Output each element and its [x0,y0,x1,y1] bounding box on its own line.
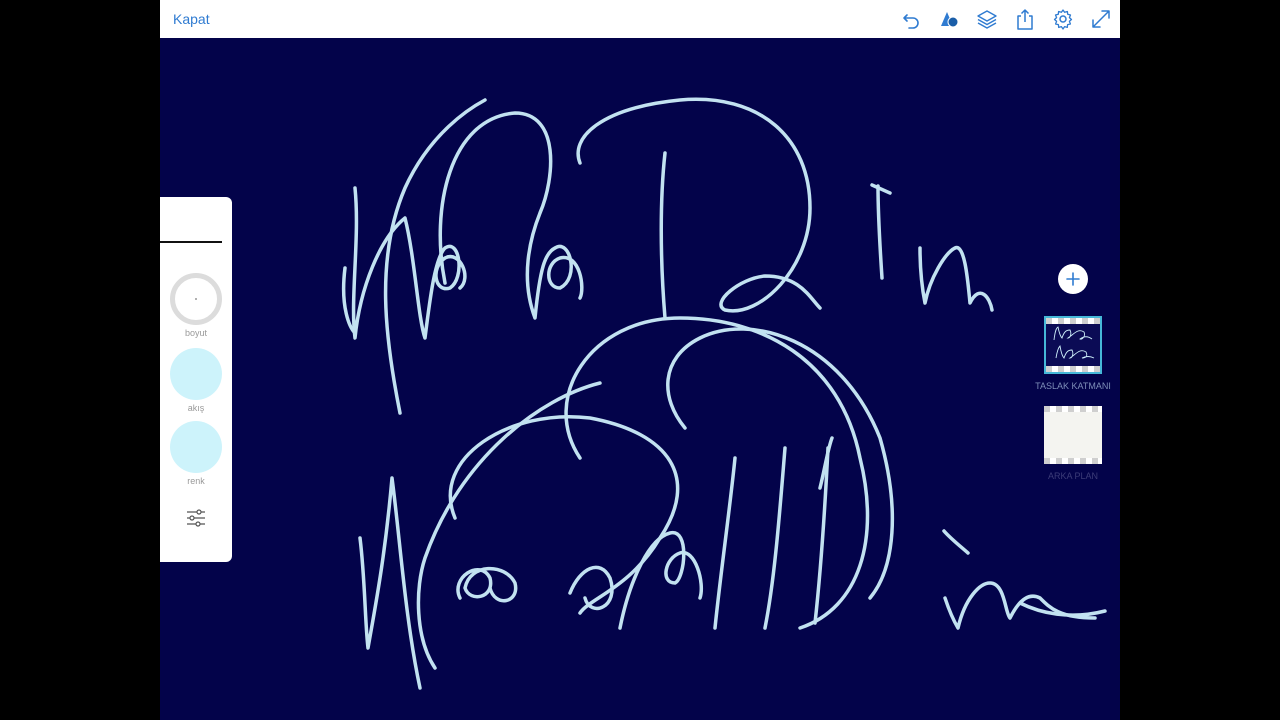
size-indicator [195,298,197,300]
stroke [383,98,487,415]
drawing-canvas[interactable] [160,38,1120,720]
stroke [942,529,970,555]
stroke [358,476,422,690]
brush-tool-panel: boyut akış renk [160,197,232,562]
layers-icon[interactable] [976,8,998,30]
brush-color-dial[interactable] [170,421,222,473]
stroke [713,456,737,630]
top-toolbar: Kapat [160,0,1120,38]
layer-thumbnail-background[interactable] [1044,406,1102,464]
transparency-pattern [1044,406,1102,412]
layer-thumbnail-sketch[interactable] [1044,316,1102,374]
brush-size-dial[interactable] [170,273,222,325]
shape-icon[interactable] [938,8,960,30]
brush-flow-dial[interactable] [170,348,222,400]
transparency-pattern [1044,458,1102,464]
brush-settings-icon[interactable] [184,506,208,530]
size-label: boyut [184,328,208,338]
color-label: renk [187,476,205,486]
stroke [870,183,892,195]
stroke [618,531,703,630]
add-layer-button[interactable] [1058,264,1088,294]
stroke [876,184,884,280]
stroke [763,446,787,630]
plus-icon [1066,272,1080,286]
share-icon[interactable] [1014,8,1036,30]
stroke [448,415,680,615]
fullscreen-icon[interactable] [1090,8,1112,30]
stroke [918,246,994,312]
stroke [456,566,518,603]
stroke [1018,601,1107,617]
layer-label-sketch: TASLAK KATMANI [1035,381,1111,391]
stroke [659,151,667,320]
transparency-pattern [1046,366,1100,372]
stroke [666,327,895,600]
drawing-app: Kapat boyut akış renk TASLAK KATMANI ARK… [160,0,1120,720]
handwriting-strokes [341,97,1107,690]
divider [160,241,222,243]
layer-label-background: ARKA PLAN [1047,471,1099,481]
stroke [416,381,602,670]
stroke [943,581,1097,630]
undo-icon[interactable] [900,8,922,30]
layer-preview [1053,326,1095,359]
close-button[interactable]: Kapat [173,11,210,27]
stroke [576,97,822,313]
stroke [351,186,467,340]
gear-icon[interactable] [1052,8,1074,30]
flow-label: akış [187,403,205,413]
